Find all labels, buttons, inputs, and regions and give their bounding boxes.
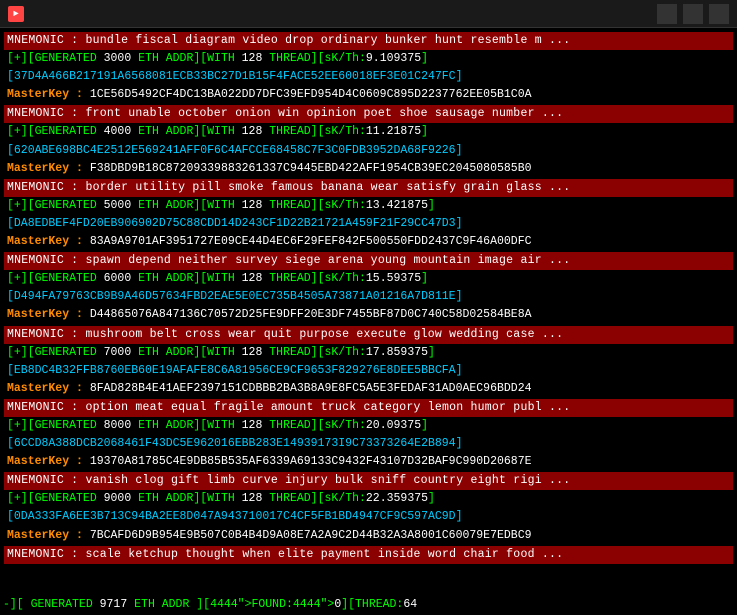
dropdown-button[interactable] — [683, 4, 703, 24]
block-6: MNEMONIC : vanish clog gift limb curve i… — [4, 472, 733, 544]
mnemonic-line-3: MNEMONIC : spawn depend neither survey s… — [4, 252, 733, 270]
block-3: MNEMONIC : spawn depend neither survey s… — [4, 252, 733, 324]
masterkey-line-1: MasterKey : F38DBD9B18C87209339883261337… — [4, 160, 733, 178]
hash-line-0: [37D4A466B217191A6568081ECB33BC27D1B15F4… — [4, 68, 733, 86]
generated-line-0: [+][GENERATED 3000 ETH ADDR][WITH 128 TH… — [4, 50, 733, 68]
generated-line-6: [+][GENERATED 9000 ETH ADDR][WITH 128 TH… — [4, 490, 733, 508]
status-bar: -][ GENERATED 9717 ETH ADDR ][4444">FOUN… — [0, 595, 737, 615]
masterkey-line-3: MasterKey : D44865076A847136C70572D25FE9… — [4, 306, 733, 324]
mnemonic-line-5: MNEMONIC : option meat equal fragile amo… — [4, 399, 733, 417]
mnemonic-line-4: MNEMONIC : mushroom belt cross wear quit… — [4, 326, 733, 344]
generated-line-3: [+][GENERATED 6000 ETH ADDR][WITH 128 TH… — [4, 270, 733, 288]
block-4: MNEMONIC : mushroom belt cross wear quit… — [4, 326, 733, 398]
masterkey-line-6: MasterKey : 7BCAFD6D9B954E9B507C0B4B4D9A… — [4, 527, 733, 545]
block-1: MNEMONIC : front unable october onion wi… — [4, 105, 733, 177]
title-bar: ► — [0, 0, 737, 28]
mnemonic-line-7: MNEMONIC : scale ketchup thought when el… — [4, 546, 733, 564]
status-text: -][ GENERATED 9717 ETH ADDR ][4444">FOUN… — [3, 598, 417, 611]
masterkey-line-4: MasterKey : 8FAD828B4E41AEF2397151CDBBB2… — [4, 380, 733, 398]
block-7: MNEMONIC : scale ketchup thought when el… — [4, 546, 733, 564]
masterkey-line-0: MasterKey : 1CE56D5492CF4DC13BA022DD7DFC… — [4, 86, 733, 104]
masterkey-line-2: MasterKey : 83A9A9701AF3951727E09CE44D4E… — [4, 233, 733, 251]
mnemonic-line-0: MNEMONIC : bundle fiscal diagram video d… — [4, 32, 733, 50]
app-icon: ► — [8, 6, 24, 22]
hash-line-2: [DA8EDBEF4FD20EB906902D75C88CDD14D243CF1… — [4, 215, 733, 233]
block-2: MNEMONIC : border utility pill smoke fam… — [4, 179, 733, 251]
generated-line-2: [+][GENERATED 5000 ETH ADDR][WITH 128 TH… — [4, 197, 733, 215]
block-0: MNEMONIC : bundle fiscal diagram video d… — [4, 32, 733, 104]
hash-line-4: [EB8DC4B32FFB8760EB60E19AFAFE8C6A81956CE… — [4, 362, 733, 380]
masterkey-line-5: MasterKey : 19370A81785C4E9DB85B535AF633… — [4, 453, 733, 471]
mnemonic-line-6: MNEMONIC : vanish clog gift limb curve i… — [4, 472, 733, 490]
new-tab-button[interactable] — [657, 4, 677, 24]
hash-line-6: [0DA333FA6EE3B713C94BA2EE8D047A943710017… — [4, 508, 733, 526]
generated-line-1: [+][GENERATED 4000 ETH ADDR][WITH 128 TH… — [4, 123, 733, 141]
hash-line-5: [6CCD8A388DCB2068461F43DC5E962016EBB283E… — [4, 435, 733, 453]
close-button[interactable] — [709, 4, 729, 24]
mnemonic-line-2: MNEMONIC : border utility pill smoke fam… — [4, 179, 733, 197]
blocks-container: MNEMONIC : bundle fiscal diagram video d… — [4, 32, 733, 564]
hash-line-3: [D494FA79763CB9B9A46D57634FBD2EAE5E0EC73… — [4, 288, 733, 306]
block-5: MNEMONIC : option meat equal fragile amo… — [4, 399, 733, 471]
mnemonic-line-1: MNEMONIC : front unable october onion wi… — [4, 105, 733, 123]
generated-line-5: [+][GENERATED 8000 ETH ADDR][WITH 128 TH… — [4, 417, 733, 435]
generated-line-4: [+][GENERATED 7000 ETH ADDR][WITH 128 TH… — [4, 344, 733, 362]
content-area: MNEMONIC : bundle fiscal diagram video d… — [0, 28, 737, 615]
hash-line-1: [620ABE698BC4E2512E569241AFF0F6C4AFCCE68… — [4, 142, 733, 160]
